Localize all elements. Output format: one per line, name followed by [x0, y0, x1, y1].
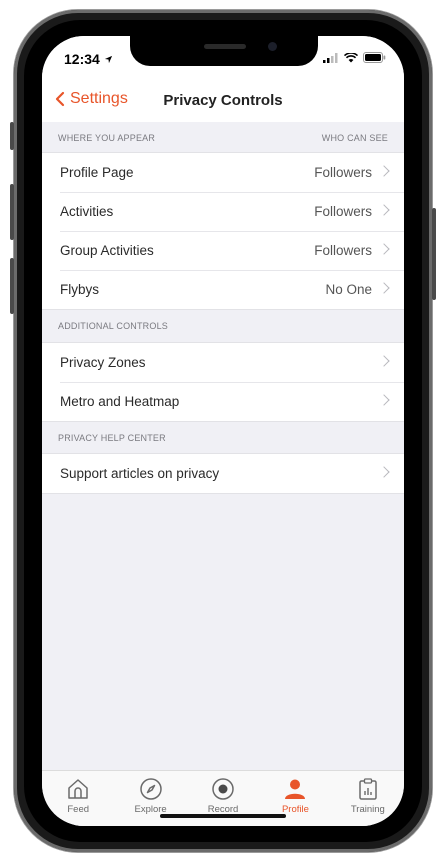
chevron-right-icon: [378, 466, 390, 478]
location-arrow-icon: [104, 55, 112, 64]
row-value: Followers: [314, 243, 372, 258]
front-camera: [268, 42, 277, 51]
wifi-icon: [344, 52, 358, 62]
phone-screen: 12:34 Settings Privacy Controls WHERE YO…: [42, 36, 404, 826]
section-title: ADDITIONAL CONTROLS: [58, 321, 168, 331]
row-value: No One: [325, 282, 372, 297]
section-header-privacy-help-center: PRIVACY HELP CENTER: [42, 422, 404, 452]
tab-label: Training: [350, 804, 385, 815]
row-label: Support articles on privacy: [60, 466, 220, 481]
setting-row-privacy-zones[interactable]: Privacy Zones: [42, 343, 404, 382]
home-icon: [68, 779, 88, 799]
chevron-right-icon: [378, 282, 390, 294]
tab-feed[interactable]: Feed: [42, 771, 114, 826]
setting-row-group-activities[interactable]: Group Activities Followers: [42, 231, 404, 270]
mute-switch: [10, 122, 14, 150]
row-label: Activities: [60, 204, 114, 219]
row-label: Flybys: [60, 282, 100, 297]
column-title-who-can-see: WHO CAN SEE: [321, 133, 388, 143]
record-icon: [212, 778, 234, 800]
row-label: Profile Page: [60, 165, 134, 180]
setting-row-flybys[interactable]: Flybys No One: [42, 270, 404, 309]
section-title: PRIVACY HELP CENTER: [58, 433, 166, 443]
setting-row-profile-page[interactable]: Profile Page Followers: [42, 153, 404, 192]
setting-row-support-articles[interactable]: Support articles on privacy: [42, 454, 404, 493]
notch: [130, 36, 318, 66]
status-indicators: [323, 52, 386, 63]
page-title: Privacy Controls: [163, 92, 283, 109]
setting-row-metro-and-heatmap[interactable]: Metro and Heatmap: [42, 382, 404, 421]
earpiece-speaker: [204, 44, 246, 49]
chevron-right-icon: [378, 165, 390, 177]
chevron-right-icon: [378, 204, 390, 216]
row-value: Followers: [314, 204, 372, 219]
row-label: Group Activities: [60, 243, 154, 258]
battery-icon: [363, 52, 386, 63]
row-label: Privacy Zones: [60, 355, 146, 370]
navigation-bar: Settings Privacy Controls: [42, 80, 404, 122]
volume-up-button: [10, 184, 14, 240]
chevron-right-icon: [378, 394, 390, 406]
setting-row-activities[interactable]: Activities Followers: [42, 192, 404, 231]
section-header-where-you-appear: WHERE YOU APPEAR WHO CAN SEE: [42, 122, 404, 152]
tab-training[interactable]: Training: [332, 771, 404, 826]
row-label: Metro and Heatmap: [60, 394, 180, 409]
tab-label: Feed: [67, 804, 90, 815]
chevron-right-icon: [378, 243, 390, 255]
home-indicator[interactable]: [160, 814, 286, 818]
volume-down-button: [10, 258, 14, 314]
section-title: WHERE YOU APPEAR: [58, 133, 156, 143]
cellular-signal-icon: [323, 52, 338, 63]
status-time: 12:34: [64, 51, 113, 67]
additional-controls-group: Privacy Zones Metro and Heatmap: [42, 342, 404, 422]
profile-icon: [285, 779, 306, 799]
section-header-additional-controls: ADDITIONAL CONTROLS: [42, 310, 404, 340]
privacy-help-center-group: Support articles on privacy: [42, 453, 404, 494]
row-value: Followers: [314, 165, 372, 180]
where-you-appear-group: Profile Page Followers Activities Follow…: [42, 152, 404, 310]
clipboard-chart-icon: [359, 778, 377, 800]
chevron-right-icon: [378, 355, 390, 367]
power-button: [432, 208, 436, 300]
compass-icon: [139, 778, 162, 800]
status-time-text: 12:34: [64, 51, 100, 67]
